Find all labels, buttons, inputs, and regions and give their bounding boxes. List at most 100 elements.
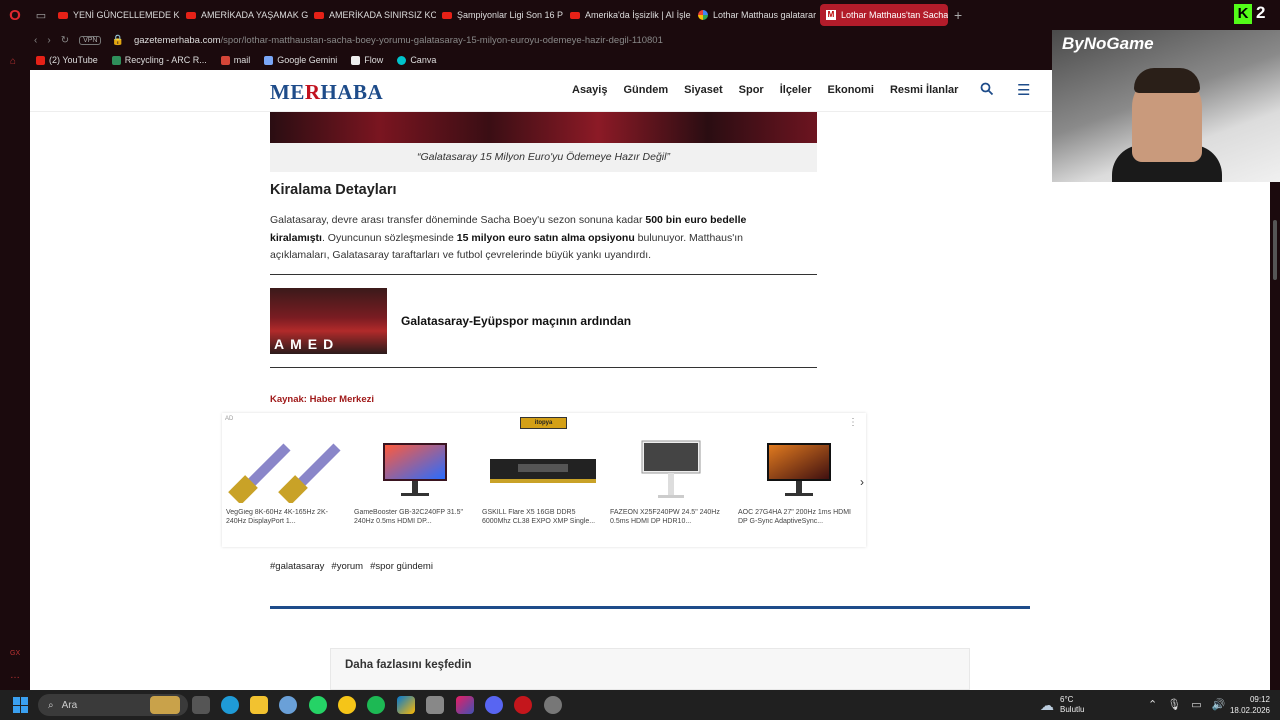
ad-label: AD <box>225 416 234 422</box>
browser-tab-active[interactable]: M Lothar Matthaus'tan Sacha <box>820 4 948 26</box>
microphone-icon[interactable]: 🎙 <box>1167 698 1181 711</box>
youtube-icon <box>570 11 580 19</box>
discord-icon[interactable] <box>485 696 503 714</box>
related-article-thumbnail[interactable]: AMED <box>270 288 387 354</box>
snapchat-icon[interactable] <box>338 696 356 714</box>
tag-list: #galatasaray #yorum #spor gündemi <box>270 561 433 572</box>
vpn-badge[interactable]: VPN <box>79 35 102 45</box>
whatsapp-icon[interactable] <box>309 696 327 714</box>
cable-image <box>224 435 349 505</box>
opera-logo-icon[interactable]: O <box>0 0 30 30</box>
browser-sidebar: ⌂ GX … <box>0 50 30 690</box>
divider <box>270 274 817 275</box>
taskbar: ⌕ Ara ☁ 6°C Bulutlu ⌃ 🎙 ▭ 🔊 09:12 18.02.20… <box>0 690 1280 720</box>
bookmark-flow[interactable]: Flow <box>351 55 383 65</box>
youtube-icon <box>442 11 452 19</box>
ad-brand-logo[interactable]: itopya <box>520 417 567 429</box>
monitor-image <box>352 435 477 505</box>
bookmarks-bar: (2) YouTube Recycling - ARC R... mail Go… <box>0 50 1052 70</box>
scrollbar-thumb[interactable] <box>1273 220 1277 280</box>
bookmark-canva[interactable]: Canva <box>397 55 436 65</box>
address-bar: ‹ › ↻ VPN 🔒 gazetemerhaba.com/spor/lotha… <box>0 30 1052 50</box>
browser-tab[interactable]: Lothar Matthaus galatarar <box>692 4 820 26</box>
ram-image <box>480 435 605 505</box>
folder-icon[interactable] <box>250 696 268 714</box>
forward-icon[interactable]: › <box>47 35 50 46</box>
browser-tab[interactable]: AMERİKADA SINIRSIZ KOR <box>308 4 436 26</box>
gx-icon[interactable]: GX <box>10 650 20 657</box>
windows-start-icon[interactable] <box>13 697 29 713</box>
ad-item[interactable]: GSKILL Flare X5 16GB DDR5 6000Mhz CL38 E… <box>480 435 605 526</box>
chevron-right-icon[interactable]: › <box>860 475 864 489</box>
nav-resmi-ilanlar[interactable]: Resmi İlanlar <box>890 84 958 96</box>
display-icon[interactable]: ▭ <box>1191 698 1201 711</box>
settings-icon[interactable] <box>279 696 297 714</box>
edge-icon[interactable] <box>221 696 239 714</box>
section-heading: Kiralama Detayları <box>270 182 397 198</box>
youtube-icon <box>186 11 196 19</box>
source-label: Kaynak: Haber Merkezi <box>270 394 375 405</box>
site-logo[interactable]: MERHABA <box>270 80 383 105</box>
ad-item[interactable]: GameBooster GB-32C240FP 31.5" 240Hz 0.5m… <box>352 435 477 526</box>
tag-link[interactable]: #galatasaray <box>270 561 324 572</box>
ad-item[interactable]: FAZEON X25F240PW 24.5" 240Hz 0.5ms HDMI … <box>608 435 733 526</box>
main-nav: Asayiş Gündem Siyaset Spor İlçeler Ekono… <box>572 84 958 96</box>
file-explorer-icon[interactable] <box>192 696 210 714</box>
reload-icon[interactable]: ↻ <box>61 35 69 46</box>
bookmark-gemini[interactable]: Google Gemini <box>264 55 337 65</box>
bookmark-mail[interactable]: mail <box>220 55 250 65</box>
clock[interactable]: 09:12 18.02.2026 <box>1222 694 1270 716</box>
chevron-up-icon[interactable]: ⌃ <box>1148 698 1157 711</box>
ad-item[interactable]: VegGieg 8K-60Hz 4K-165Hz 2K-240Hz Displa… <box>224 435 349 526</box>
sidebar-home-icon[interactable]: ⌂ <box>10 56 16 67</box>
search-icon[interactable] <box>980 82 994 99</box>
google-icon <box>698 10 708 20</box>
bookmark-recycling[interactable]: Recycling - ARC R... <box>111 55 207 65</box>
browser-tab[interactable]: AMERİKADA YAŞAMAK Gİ <box>180 4 308 26</box>
url-field[interactable]: gazetemerhaba.com/spor/lothar-matthausta… <box>134 35 663 46</box>
browser-tab[interactable]: YENİ GÜNCELLEMEDE KO <box>52 4 180 26</box>
kick-logo: K <box>1234 4 1252 24</box>
ad-item[interactable]: AOC 27G4HA 27" 200Hz 1ms HDMI DP G-Sync … <box>736 435 861 526</box>
new-tab-button[interactable]: + <box>954 7 962 23</box>
more-options-icon[interactable]: ⋮ <box>848 417 858 428</box>
weather-widget[interactable]: ☁ 6°C Bulutlu <box>1040 695 1084 715</box>
spotify-icon[interactable] <box>367 696 385 714</box>
back-icon[interactable]: ‹ <box>34 35 37 46</box>
keyboard-icon[interactable] <box>426 696 444 714</box>
bookmark-youtube[interactable]: (2) YouTube <box>36 55 98 65</box>
tag-link[interactable]: #spor gündemi <box>370 561 433 572</box>
browser-tab[interactable]: Amerika'da İşsizlik | AI İşle <box>564 4 692 26</box>
youtube-icon <box>314 11 324 19</box>
channel-brand: ByNoGame <box>1062 34 1154 53</box>
steam-icon[interactable] <box>544 696 562 714</box>
streamer-hair <box>1134 68 1200 93</box>
discover-more-title: Daha fazlasını keşfedin <box>345 659 472 671</box>
discover-more-box[interactable]: Daha fazlasını keşfedin <box>330 648 970 690</box>
more-icon[interactable]: … <box>10 670 20 681</box>
nav-asayis[interactable]: Asayiş <box>572 84 607 96</box>
office-icon[interactable] <box>397 696 415 714</box>
flow-icon <box>351 55 361 65</box>
browser-tab[interactable]: Şampiyonlar Ligi Son 16 P <box>436 4 564 26</box>
youtube-icon <box>36 55 45 65</box>
widget-icon[interactable] <box>150 696 180 714</box>
hamburger-menu-icon[interactable]: ☰ <box>1017 81 1030 99</box>
related-article-title[interactable]: Galatasaray-Eyüpspor maçının ardından <box>401 314 631 328</box>
tab-overview-icon[interactable]: ▭ <box>30 9 52 22</box>
nav-siyaset[interactable]: Siyaset <box>684 84 723 96</box>
article-paragraph: Galatasaray, devre arası transfer dönemi… <box>270 214 747 261</box>
mail-icon <box>220 55 230 65</box>
nav-ilceler[interactable]: İlçeler <box>780 84 812 96</box>
tag-link[interactable]: #yorum <box>331 561 363 572</box>
nav-ekonomi[interactable]: Ekonomi <box>828 84 874 96</box>
nav-gundem[interactable]: Gündem <box>623 84 668 96</box>
opera-gx-icon[interactable] <box>514 696 532 714</box>
kick-count: 2 <box>1256 3 1266 22</box>
nav-spor[interactable]: Spor <box>739 84 764 96</box>
article-image <box>270 112 817 143</box>
lock-icon[interactable]: 🔒 <box>111 35 123 46</box>
copilot-icon[interactable] <box>456 696 474 714</box>
divider <box>270 367 817 368</box>
webcam-overlay: ByNoGame <box>1052 30 1280 182</box>
